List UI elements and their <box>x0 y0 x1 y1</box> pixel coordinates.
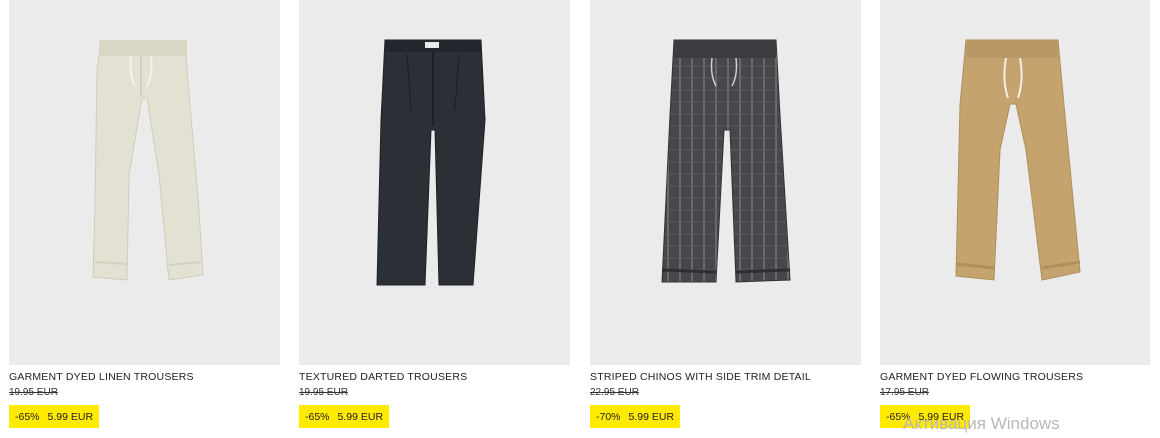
product-card[interactable]: GARMENT DYED LINEN TROUSERS 19.95 EUR -6… <box>9 0 280 428</box>
discount-percent: -70% <box>596 410 621 423</box>
windows-activation-watermark: Активация Windows <box>903 414 1060 433</box>
product-name[interactable]: STRIPED CHINOS WITH SIDE TRIM DETAIL <box>590 371 811 383</box>
product-grid: GARMENT DYED LINEN TROUSERS 19.95 EUR -6… <box>0 0 1160 438</box>
discount-percent: -65% <box>15 410 40 423</box>
product-card[interactable]: TEXTURED DARTED TROUSERS 19.95 EUR -65% … <box>299 0 570 428</box>
product-name[interactable]: GARMENT DYED FLOWING TROUSERS <box>880 371 1083 383</box>
product-image[interactable] <box>880 0 1150 365</box>
product-image[interactable] <box>9 0 280 365</box>
original-price: 19.95 EUR <box>299 387 348 398</box>
trousers-image <box>376 39 486 286</box>
sale-price: 5.99 EUR <box>337 410 384 423</box>
product-name[interactable]: GARMENT DYED LINEN TROUSERS <box>9 371 194 383</box>
trousers-image <box>92 40 204 281</box>
sale-badge: -65% 5.99 EUR <box>299 405 390 428</box>
sale-badge: -65% 5.99 EUR <box>9 405 100 428</box>
original-price: 19.95 EUR <box>9 387 58 398</box>
original-price: 22.95 EUR <box>590 387 639 398</box>
discount-percent: -65% <box>305 410 330 423</box>
product-name[interactable]: TEXTURED DARTED TROUSERS <box>299 371 467 383</box>
original-price: 17.95 EUR <box>880 387 929 398</box>
product-image[interactable] <box>590 0 861 365</box>
product-card[interactable]: STRIPED CHINOS WITH SIDE TRIM DETAIL 22.… <box>590 0 861 428</box>
sale-price: 5.99 EUR <box>47 410 94 423</box>
trousers-image <box>661 39 791 283</box>
sale-price: 5.99 EUR <box>628 410 675 423</box>
product-card[interactable]: GARMENT DYED FLOWING TROUSERS 17.95 EUR … <box>880 0 1150 428</box>
sale-badge: -70% 5.99 EUR <box>590 405 681 428</box>
trousers-image <box>955 39 1081 281</box>
product-image[interactable] <box>299 0 570 365</box>
